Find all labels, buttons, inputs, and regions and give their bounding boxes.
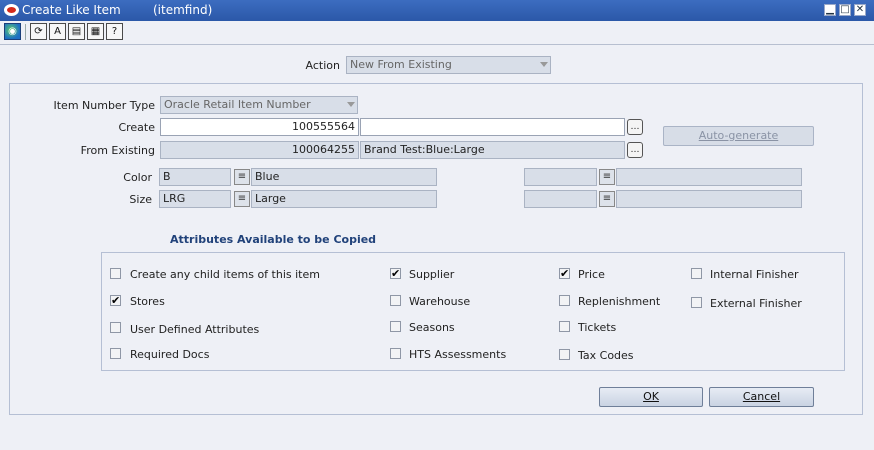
supplier-checkbox[interactable]: ✔	[390, 268, 401, 279]
size-label: Size	[129, 193, 152, 206]
toolbar: ◉ ⟳ A ▤ ▦ ?	[0, 21, 874, 45]
internal-finisher-checkbox[interactable]	[691, 268, 702, 279]
tax-codes-checkbox[interactable]	[559, 349, 570, 360]
create-item-input[interactable]: 100555564	[160, 118, 359, 136]
create-any-child-items-of-this-item-label: Create any child items of this item	[130, 268, 320, 281]
window-title: Create Like Item	[22, 3, 121, 17]
user-defined-attributes-label: User Defined Attributes	[130, 323, 260, 336]
diff3-code-input[interactable]	[524, 168, 597, 186]
color-label: Color	[123, 171, 152, 184]
list-values-icon[interactable]: ≡	[234, 191, 250, 207]
item-number-type-select[interactable]: Oracle Retail Item Number	[160, 96, 358, 114]
save-icon[interactable]: ⟳	[30, 23, 47, 40]
action-label: Action	[305, 59, 340, 72]
title-bar: Create Like Item (itemfind) ▁ □ ✕	[0, 0, 874, 21]
color-desc: Blue	[251, 168, 437, 186]
toolbar-separator	[25, 24, 26, 40]
warehouse-label: Warehouse	[409, 295, 471, 308]
required-docs-checkbox[interactable]	[110, 348, 121, 359]
hts-assessments-label: HTS Assessments	[409, 348, 507, 361]
cancel-label: Cancel	[742, 390, 781, 403]
stores-label: Stores	[130, 295, 165, 308]
translate-icon[interactable]: …	[627, 142, 643, 158]
replenishment-checkbox[interactable]	[559, 295, 570, 306]
supplier-label: Supplier	[409, 268, 455, 281]
ok-label: OK	[643, 390, 659, 403]
window-subtitle: (itemfind)	[153, 3, 213, 17]
item-number-type-value: Oracle Retail Item Number	[164, 98, 311, 111]
required-docs-label: Required Docs	[130, 348, 210, 361]
list-values-icon[interactable]: ≡	[234, 169, 250, 185]
notes-icon[interactable]: ▤	[68, 23, 85, 40]
tax-codes-label: Tax Codes	[578, 349, 634, 362]
create-any-child-items-of-this-item-checkbox[interactable]	[110, 268, 121, 279]
from-existing-label: From Existing	[80, 144, 155, 157]
user-defined-attributes-checkbox[interactable]	[110, 322, 121, 333]
diff4-desc	[616, 190, 802, 208]
ok-button[interactable]: OK	[599, 387, 703, 407]
external-finisher-label: External Finisher	[710, 297, 802, 310]
size-code-input[interactable]: LRG	[159, 190, 231, 208]
auto-generate-label: Auto-generate	[698, 129, 779, 142]
action-select[interactable]: New From Existing	[346, 56, 551, 74]
list-values-icon[interactable]: ≡	[599, 169, 615, 185]
spellcheck-icon[interactable]: A	[49, 23, 66, 40]
create-label: Create	[118, 121, 155, 134]
replenishment-label: Replenishment	[578, 295, 661, 308]
tickets-label: Tickets	[578, 321, 617, 334]
hts-assessments-checkbox[interactable]	[390, 348, 401, 359]
from-existing-input[interactable]: 100064255	[160, 141, 359, 159]
help-icon[interactable]: ?	[106, 23, 123, 40]
action-select-value: New From Existing	[350, 58, 452, 71]
stores-checkbox[interactable]: ✔	[110, 295, 121, 306]
oracle-logo-icon	[4, 4, 19, 16]
external-finisher-checkbox[interactable]	[691, 297, 702, 308]
maximize-icon[interactable]: □	[839, 4, 851, 16]
price-label: Price	[578, 268, 605, 281]
attributes-heading: Attributes Available to be Copied	[170, 233, 377, 246]
list-values-icon[interactable]: ≡	[599, 191, 615, 207]
create-desc-input[interactable]	[360, 118, 625, 136]
item-number-type-label: Item Number Type	[53, 99, 156, 112]
seasons-checkbox[interactable]	[390, 321, 401, 332]
print-icon[interactable]: ▦	[87, 23, 104, 40]
auto-generate-button[interactable]: Auto-generate	[663, 126, 814, 146]
color-code-input[interactable]: B	[159, 168, 231, 186]
from-existing-desc: Brand Test:Blue:Large	[360, 141, 625, 159]
size-desc: Large	[251, 190, 437, 208]
diff4-code-input[interactable]	[524, 190, 597, 208]
seasons-label: Seasons	[409, 321, 455, 334]
price-checkbox[interactable]: ✔	[559, 268, 570, 279]
close-icon[interactable]: ✕	[854, 4, 866, 16]
cancel-button[interactable]: Cancel	[709, 387, 814, 407]
minimize-icon[interactable]: ▁	[824, 4, 836, 16]
chevron-down-icon	[540, 62, 548, 67]
tickets-checkbox[interactable]	[559, 321, 570, 332]
warehouse-checkbox[interactable]	[390, 295, 401, 306]
translate-icon[interactable]: …	[627, 119, 643, 135]
internal-finisher-label: Internal Finisher	[710, 268, 799, 281]
chevron-down-icon	[347, 102, 355, 107]
globe-icon[interactable]: ◉	[4, 23, 21, 40]
diff3-desc	[616, 168, 802, 186]
